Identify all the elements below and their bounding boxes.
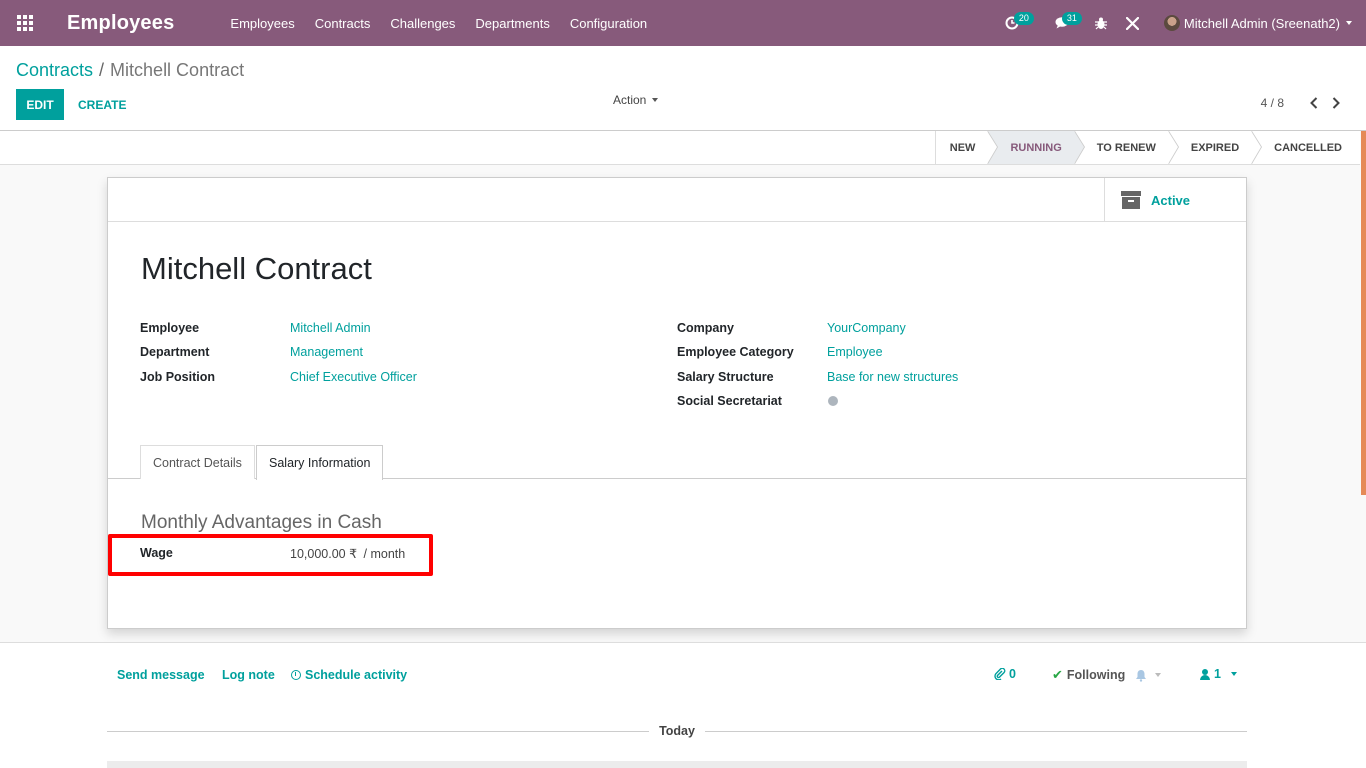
stage-cancelled[interactable]: CANCELLED: [1251, 131, 1354, 164]
edit-button[interactable]: EDIT: [16, 89, 64, 120]
followers-button[interactable]: 1: [1200, 667, 1237, 681]
tools-menu[interactable]: [1116, 0, 1150, 46]
check-icon: ✔: [1052, 667, 1063, 682]
company-label: Company: [677, 321, 734, 335]
clock-icon: [291, 670, 301, 680]
stage-to-renew-label: TO RENEW: [1096, 141, 1156, 154]
stage-new-label: NEW: [949, 141, 976, 154]
employee-label: Employee: [140, 321, 200, 335]
avatar: [1163, 15, 1180, 31]
today-label: Today: [659, 724, 695, 738]
pager-next-icon[interactable]: [1330, 96, 1342, 110]
tab-contract-details[interactable]: Contract Details: [140, 445, 255, 479]
messages-count-badge: 31: [1061, 12, 1082, 25]
form-statusbar: NEW RUNNING TO RENEW EXPIRED CANCELLED: [0, 131, 1360, 165]
user-name: Mitchell Admin (Sreenath2): [1183, 15, 1340, 31]
chatter: Send message Log note Schedule activity …: [0, 642, 1366, 768]
social-secretariat-label: Social Secretariat: [677, 394, 782, 408]
top-navbar: Employees Employees Contracts Challenges…: [0, 0, 1366, 46]
scrollbar[interactable]: [1361, 131, 1366, 495]
breadcrumb-separator: /: [99, 60, 105, 80]
attachments-button[interactable]: 0: [994, 667, 1016, 681]
user-menu[interactable]: Mitchell Admin (Sreenath2): [1163, 15, 1352, 31]
stage-new[interactable]: NEW: [934, 131, 999, 164]
action-label: Action: [613, 93, 647, 107]
menu-challenges[interactable]: Challenges: [380, 16, 465, 31]
send-message-button[interactable]: Send message: [117, 668, 205, 682]
breadcrumb: Contracts / Mitchell Contract: [16, 60, 244, 81]
followers-count: 1: [1214, 667, 1221, 681]
activity-count-badge: 20: [1013, 12, 1034, 25]
action-caret-icon: [652, 98, 659, 102]
follow-button[interactable]: ✔ Following: [1052, 667, 1162, 683]
social-secretariat-status-dot: [828, 396, 838, 406]
menu-departments[interactable]: Departments: [465, 16, 559, 31]
date-separator: Today: [107, 723, 1248, 739]
company-value[interactable]: YourCompany: [827, 321, 906, 335]
control-panel: Contracts / Mitchell Contract EDIT CREAT…: [0, 46, 1366, 131]
active-toggle-button[interactable]: Active: [1104, 178, 1246, 222]
breadcrumb-current: Mitchell Contract: [110, 60, 245, 80]
salary-structure-value[interactable]: Base for new structures: [827, 370, 958, 384]
employee-value[interactable]: Mitchell Admin: [290, 321, 371, 335]
stage-list: NEW RUNNING TO RENEW EXPIRED CANCELLED: [934, 131, 1354, 164]
activity-menu[interactable]: 20: [994, 0, 1034, 46]
wage-highlight-box: [108, 534, 433, 576]
contract-title: Mitchell Contract: [141, 251, 372, 286]
paperclip-icon: [994, 668, 1006, 680]
messages-menu[interactable]: 31: [1040, 0, 1086, 46]
debug-menu[interactable]: [1086, 0, 1116, 46]
active-label: Active: [1151, 192, 1191, 208]
notebook-tabs: Contract Details Salary Information: [108, 445, 1246, 480]
apps-menu-icon[interactable]: [0, 0, 50, 46]
section-title: Monthly Advantages in Cash: [141, 512, 382, 533]
log-note-button[interactable]: Log note: [222, 668, 275, 682]
following-label: Following: [1066, 668, 1126, 682]
employee-category-label: Employee Category: [677, 345, 794, 359]
form-sheet: Active Mitchell Contract Employee Mitche…: [107, 177, 1247, 629]
department-value[interactable]: Management: [290, 345, 363, 359]
menu-contracts[interactable]: Contracts: [305, 16, 381, 31]
archive-icon: [1121, 191, 1141, 209]
pager: 4 / 8: [1261, 96, 1342, 110]
job-position-label: Job Position: [140, 370, 215, 384]
bell-icon[interactable]: [1135, 669, 1162, 682]
message-preview: [107, 761, 1247, 768]
stage-running[interactable]: RUNNING: [987, 131, 1085, 164]
salary-structure-label: Salary Structure: [677, 370, 774, 384]
job-position-value[interactable]: Chief Executive Officer: [290, 370, 417, 384]
user-caret-icon: [1346, 21, 1352, 25]
pager-value[interactable]: 4 / 8: [1261, 96, 1284, 110]
schedule-activity-label: Schedule activity: [305, 668, 408, 682]
app-title[interactable]: Employees: [67, 12, 174, 35]
attachments-count: 0: [1009, 667, 1016, 681]
stage-cancelled-label: CANCELLED: [1274, 141, 1342, 154]
bug-icon: [1094, 17, 1107, 29]
schedule-activity-button[interactable]: Schedule activity: [291, 668, 407, 682]
user-icon: [1200, 668, 1210, 680]
stage-to-renew[interactable]: TO RENEW: [1073, 131, 1179, 164]
stage-expired[interactable]: EXPIRED: [1167, 131, 1263, 164]
pager-previous-icon[interactable]: [1308, 96, 1320, 110]
department-label: Department: [140, 345, 210, 359]
menu-employees[interactable]: Employees: [220, 16, 304, 31]
breadcrumb-contracts-link[interactable]: Contracts: [16, 60, 93, 81]
systray: 20 31 Mitchell Admin (Sreenath2): [994, 0, 1366, 46]
stage-running-label: RUNNING: [1010, 141, 1062, 154]
create-button[interactable]: CREATE: [78, 89, 126, 120]
menu-configuration[interactable]: Configuration: [560, 16, 657, 31]
followers-caret-icon: [1230, 672, 1237, 676]
stage-expired-label: EXPIRED: [1190, 141, 1240, 154]
action-dropdown[interactable]: Action: [613, 93, 659, 107]
button-box: Active: [108, 178, 1246, 222]
tools-icon: [1126, 16, 1140, 30]
employee-category-value[interactable]: Employee: [827, 345, 883, 359]
tab-salary-information[interactable]: Salary Information: [256, 445, 384, 480]
main-menu: Employees Contracts Challenges Departmen…: [220, 16, 657, 31]
